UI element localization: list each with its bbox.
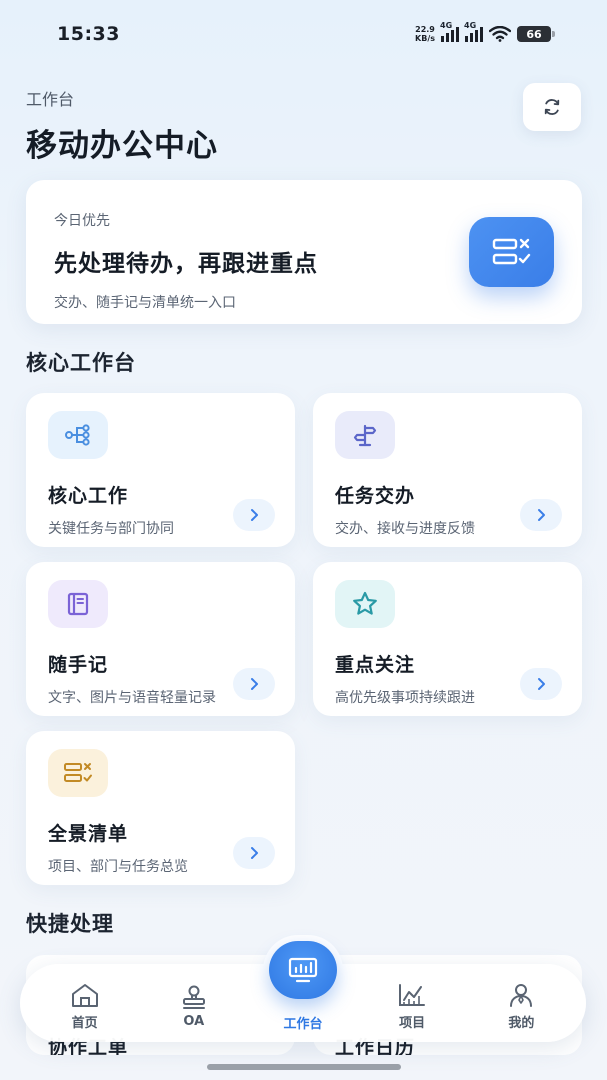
priority-card[interactable]: 今日优先 先处理待办，再跟进重点 交办、随手记与清单统一入口 (26, 180, 582, 324)
chevron-right-icon[interactable] (233, 837, 275, 869)
section-title-quick: 快捷处理 (26, 912, 114, 936)
refresh-button[interactable] (523, 83, 581, 131)
signpost-icon (335, 411, 395, 459)
status-bar: 15:33 22.9 KB/s 4G 4G 66 (0, 0, 607, 68)
chevron-right-icon[interactable] (233, 668, 275, 700)
battery-icon: 66 (517, 26, 555, 42)
list-check-icon (48, 749, 108, 797)
status-time: 15:33 (57, 23, 120, 45)
status-indicators: 22.9 KB/s 4G 4G 66 (415, 21, 555, 43)
tab-projects[interactable]: 项目 (367, 976, 457, 1031)
network-speed: 22.9 KB/s (415, 25, 435, 43)
chevron-right-icon[interactable] (233, 499, 275, 531)
section-title-core: 核心工作台 (26, 351, 136, 375)
tile-task-assign[interactable]: 任务交办 交办、接收与进度反馈 (313, 393, 582, 547)
checklist-icon[interactable] (469, 217, 554, 287)
chevron-right-icon[interactable] (520, 499, 562, 531)
tab-oa[interactable]: OA (149, 978, 239, 1029)
tab-profile[interactable]: 我的 (476, 976, 566, 1031)
signal-icon: 4G (440, 21, 459, 42)
notebook-icon (48, 580, 108, 628)
priority-desc: 交办、随手记与清单统一入口 (54, 295, 236, 311)
tile-core-work[interactable]: 核心工作 关键任务与部门协同 (26, 393, 295, 547)
user-icon (510, 983, 533, 1007)
refresh-icon (544, 99, 560, 115)
tab-home[interactable]: 首页 (40, 976, 130, 1031)
stamp-icon (182, 985, 205, 1009)
wifi-icon (489, 26, 511, 42)
monitor-chart-icon (268, 940, 337, 999)
line-chart-icon (399, 983, 426, 1006)
star-icon (335, 580, 395, 628)
home-indicator[interactable] (207, 1064, 401, 1070)
tile-key-focus[interactable]: 重点关注 高优先级事项持续跟进 (313, 562, 582, 716)
flow-icon (48, 411, 108, 459)
home-icon (71, 983, 98, 1007)
tile-quick-notes[interactable]: 随手记 文字、图片与语音轻量记录 (26, 562, 295, 716)
tab-workbench[interactable]: 工作台 (258, 940, 348, 1032)
bottom-tab-bar: 首页 OA 工作台 项目 我的 (20, 940, 586, 1042)
tile-panorama-list[interactable]: 全景清单 项目、部门与任务总览 (26, 731, 295, 885)
chevron-right-icon[interactable] (520, 668, 562, 700)
page-title: 移动办公中心 (26, 128, 218, 164)
signal-icon: 4G (464, 21, 483, 42)
page-subtitle: 工作台 (26, 90, 75, 109)
page-header: 工作台 移动办公中心 (26, 83, 581, 165)
